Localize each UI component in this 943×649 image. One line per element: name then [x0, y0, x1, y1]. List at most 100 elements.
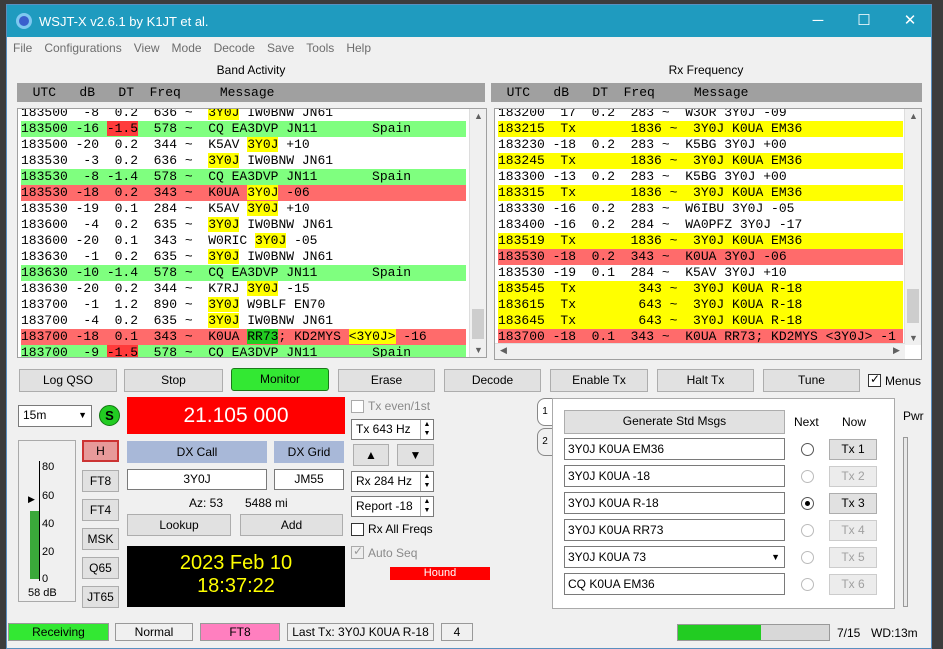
- tx-message-field-3[interactable]: 3Y0J K0UA R-18: [564, 492, 785, 514]
- band-activity-row[interactable]: 183630 -10 -1.4 578 ~ CQ EA3DVP JN11 Spa…: [21, 265, 466, 281]
- band-activity-row[interactable]: 183700 -9 -1.5 578 ~ CQ EA3DVP JN11 Spai…: [21, 345, 466, 357]
- tx4-button[interactable]: Tx 4: [829, 520, 877, 541]
- tx6-button[interactable]: Tx 6: [829, 574, 877, 595]
- band-activity-row[interactable]: 183600 -4 0.2 635 ~ 3Y0J IW0BNW JN61: [21, 217, 466, 233]
- minimize-button[interactable]: ─: [795, 5, 841, 37]
- rx-frequency-row[interactable]: 183245 Tx 1836 ~ 3Y0J K0UA EM36: [498, 153, 903, 169]
- stop-button[interactable]: Stop: [124, 369, 223, 392]
- menu-mode[interactable]: Mode: [166, 37, 208, 59]
- add-button[interactable]: Add: [240, 514, 343, 536]
- spin-arrows-icon[interactable]: ▲ ▼: [420, 497, 433, 516]
- spin-arrows-icon[interactable]: ▲ ▼: [420, 472, 433, 491]
- menu-tools[interactable]: Tools: [300, 37, 340, 59]
- monitor-button[interactable]: Monitor: [231, 368, 329, 391]
- erase-button[interactable]: Erase: [338, 369, 435, 392]
- tx-message-field-1[interactable]: 3Y0J K0UA EM36: [564, 438, 785, 460]
- band-activity-row[interactable]: 183630 -20 0.2 344 ~ K7RJ 3Y0J -15: [21, 281, 466, 297]
- rx-frequency-row[interactable]: 183200 17 0.2 283 ~ W3OR 3Y0J -09: [498, 109, 903, 121]
- ft4-mode-button[interactable]: FT4: [82, 499, 119, 521]
- band-activity-row[interactable]: 183700 -4 0.2 635 ~ 3Y0J IW0BNW JN61: [21, 313, 466, 329]
- menu-decode[interactable]: Decode: [208, 37, 261, 59]
- dx-grid-input[interactable]: JM55: [274, 469, 344, 490]
- tx-message-field-5[interactable]: 3Y0J K0UA 73 ▼: [564, 546, 785, 568]
- auto-seq-checkbox[interactable]: ✓: [351, 544, 364, 559]
- menus-checkbox[interactable]: ✓: [868, 372, 881, 387]
- report-spinbox[interactable]: Report -18 ▲ ▼: [351, 496, 434, 517]
- freq-up-button[interactable]: ▲: [353, 444, 389, 466]
- scroll-up-icon[interactable]: ▲: [905, 111, 921, 121]
- tab-1[interactable]: 1: [537, 398, 553, 426]
- next-radio-5[interactable]: [801, 551, 814, 564]
- band-activity-list[interactable]: 183500 -8 0.2 636 ~ 3Y0J IW0BNW JN61 1835…: [17, 108, 487, 358]
- band-activity-row[interactable]: 183500 -16 -1.5 578 ~ CQ EA3DVP JN11 Spa…: [21, 121, 466, 137]
- band-activity-row[interactable]: 183700 -18 0.1 343 ~ K0UA RR73; KD2MYS <…: [21, 329, 466, 345]
- rx-horizontal-scrollbar[interactable]: ◀ ▶: [495, 343, 905, 359]
- hound-mode-button[interactable]: H: [82, 440, 119, 462]
- dx-call-input[interactable]: 3Y0J: [127, 469, 267, 490]
- freq-down-button[interactable]: ▼: [397, 444, 434, 466]
- rx-frequency-row[interactable]: 183545 Tx 343 ~ 3Y0J K0UA R-18: [498, 281, 903, 297]
- rx-frequency-list[interactable]: 183200 17 0.2 283 ~ W3OR 3Y0J -09 183215 …: [494, 108, 922, 360]
- tx5-button[interactable]: Tx 5: [829, 547, 877, 568]
- scroll-right-icon[interactable]: ▶: [888, 345, 905, 356]
- next-radio-3[interactable]: [801, 497, 814, 510]
- rx-frequency-row[interactable]: 183530 -19 0.1 284 ~ K5AV 3Y0J +10: [498, 265, 903, 281]
- rx-frequency-row[interactable]: 183530 -18 0.2 343 ~ K0UA 3Y0J -06: [498, 249, 903, 265]
- decode-button[interactable]: Decode: [444, 369, 541, 392]
- rx-frequency-row[interactable]: 183645 Tx 643 ~ 3Y0J K0UA R-18: [498, 313, 903, 329]
- rx-all-freqs-checkbox[interactable]: [351, 523, 364, 536]
- scroll-thumb[interactable]: [472, 309, 484, 339]
- title-bar[interactable]: WSJT-X v2.6.1 by K1JT et al. ─ ☐ ✕: [7, 5, 931, 37]
- band-activity-scrollbar[interactable]: ▲ ▼: [469, 109, 486, 357]
- tx-message-field-2[interactable]: 3Y0J K0UA -18: [564, 465, 785, 487]
- band-activity-row[interactable]: 183630 -1 0.2 635 ~ 3Y0J IW0BNW JN61: [21, 249, 466, 265]
- band-activity-row[interactable]: 183530 -18 0.2 343 ~ K0UA 3Y0J -06: [21, 185, 466, 201]
- scroll-down-icon[interactable]: ▼: [905, 333, 921, 343]
- tune-button[interactable]: Tune: [763, 369, 860, 392]
- msk-mode-button[interactable]: MSK: [82, 528, 119, 550]
- next-radio-4[interactable]: [801, 524, 814, 537]
- menu-save[interactable]: Save: [261, 37, 300, 59]
- rx-frequency-row[interactable]: 183215 Tx 1836 ~ 3Y0J K0UA EM36: [498, 121, 903, 137]
- scroll-down-icon[interactable]: ▼: [470, 345, 486, 355]
- close-button[interactable]: ✕: [887, 5, 933, 37]
- menu-help[interactable]: Help: [340, 37, 377, 59]
- tx3-button[interactable]: Tx 3: [829, 493, 877, 514]
- log-qso-button[interactable]: Log QSO: [19, 369, 117, 392]
- band-activity-row[interactable]: 183500 -20 0.2 344 ~ K5AV 3Y0J +10: [21, 137, 466, 153]
- tab-2[interactable]: 2: [537, 428, 553, 456]
- next-radio-1[interactable]: [801, 443, 814, 456]
- menu-file[interactable]: File: [7, 37, 38, 59]
- band-activity-row[interactable]: 183500 -8 0.2 636 ~ 3Y0J IW0BNW JN61: [21, 109, 466, 121]
- tx1-button[interactable]: Tx 1: [829, 439, 877, 460]
- band-activity-row[interactable]: 183530 -3 0.2 636 ~ 3Y0J IW0BNW JN61: [21, 153, 466, 169]
- tx-freq-spinbox[interactable]: Tx 643 Hz ▲ ▼: [351, 419, 434, 440]
- tx-message-field-6[interactable]: CQ K0UA EM36: [564, 573, 785, 595]
- rx-freq-spinbox[interactable]: Rx 284 Hz ▲ ▼: [351, 471, 434, 492]
- chevron-down-icon[interactable]: ▼: [771, 547, 780, 567]
- pwr-slider-track[interactable]: [903, 437, 908, 607]
- rx-frequency-row[interactable]: 183330 -16 0.2 283 ~ W6IBU 3Y0J -05: [498, 201, 903, 217]
- rx-frequency-row[interactable]: 183400 -16 0.2 284 ~ WA0PFZ 3Y0J -17: [498, 217, 903, 233]
- rx-frequency-scrollbar[interactable]: ▲ ▼: [904, 109, 921, 345]
- rx-frequency-row[interactable]: 183615 Tx 643 ~ 3Y0J K0UA R-18: [498, 297, 903, 313]
- band-activity-row[interactable]: 183600 -20 0.1 343 ~ W0RIC 3Y0J -05: [21, 233, 466, 249]
- next-radio-2[interactable]: [801, 470, 814, 483]
- ft8-mode-button[interactable]: FT8: [82, 470, 119, 492]
- scroll-thumb[interactable]: [907, 289, 919, 323]
- q65-mode-button[interactable]: Q65: [82, 557, 119, 579]
- spin-arrows-icon[interactable]: ▲ ▼: [420, 420, 433, 439]
- rx-frequency-row[interactable]: 183519 Tx 1836 ~ 3Y0J K0UA EM36: [498, 233, 903, 249]
- jt65-mode-button[interactable]: JT65: [82, 586, 119, 608]
- generate-std-msgs-button[interactable]: Generate Std Msgs: [564, 410, 785, 434]
- next-radio-6[interactable]: [801, 578, 814, 591]
- rx-frequency-row[interactable]: 183315 Tx 1836 ~ 3Y0J K0UA EM36: [498, 185, 903, 201]
- tx-message-field-4[interactable]: 3Y0J K0UA RR73: [564, 519, 785, 541]
- lookup-button[interactable]: Lookup: [127, 514, 231, 536]
- band-activity-row[interactable]: 183530 -19 0.1 284 ~ K5AV 3Y0J +10: [21, 201, 466, 217]
- tx2-button[interactable]: Tx 2: [829, 466, 877, 487]
- rx-frequency-row[interactable]: 183300 -13 0.2 283 ~ K5BG 3Y0J +00: [498, 169, 903, 185]
- halt-tx-button[interactable]: Halt Tx: [657, 369, 754, 392]
- band-activity-row[interactable]: 183530 -8 -1.4 578 ~ CQ EA3DVP JN11 Spai…: [21, 169, 466, 185]
- menu-configurations[interactable]: Configurations: [38, 37, 127, 59]
